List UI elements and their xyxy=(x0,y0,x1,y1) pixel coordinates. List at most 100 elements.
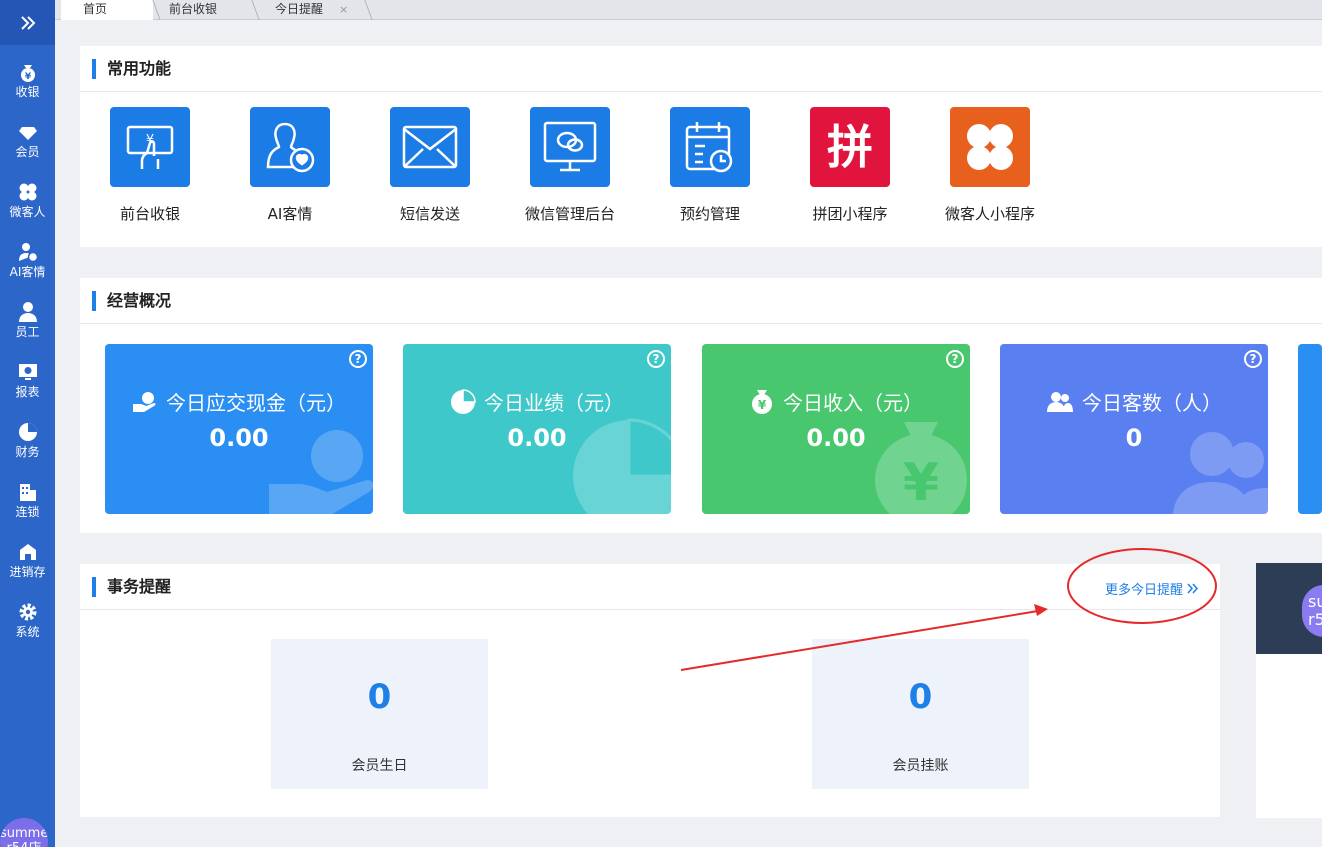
stat-card-income[interactable]: ¥ ? ¥ 今日收入（元） 0.00 xyxy=(702,344,970,514)
help-icon[interactable]: ? xyxy=(1244,350,1262,368)
sidebar-item-label: 收银 xyxy=(15,85,40,99)
tab-bar: 首页 前台收银 今日提醒 × xyxy=(55,0,1322,20)
sidebar-item-ai-keqing[interactable]: AI客情 xyxy=(0,233,55,293)
sidebar-item-inventory[interactable]: 进销存 xyxy=(0,533,55,593)
envelope-icon xyxy=(390,107,470,187)
func-label: 拼团小程序 xyxy=(812,205,888,223)
func-front-cashier[interactable]: ¥ 前台收银 xyxy=(90,107,210,224)
help-icon[interactable]: ? xyxy=(349,350,367,368)
tab-today-reminder[interactable]: 今日提醒 × xyxy=(253,0,373,20)
hand-coin-icon xyxy=(133,391,156,412)
stat-card-partial[interactable] xyxy=(1298,344,1322,514)
clover-icon xyxy=(19,183,36,201)
diamond-icon xyxy=(18,127,37,140)
stat-label: 今日业绩（元） xyxy=(484,391,624,415)
business-overview-panel: 经营概况 ? 今日应交现金（元） 0.00 ? 今日业绩（元） 0.00 ¥ ?… xyxy=(80,278,1322,533)
stat-header: 今日业绩（元） xyxy=(403,387,671,416)
profile-card: sum r5 xyxy=(1256,563,1322,818)
func-label: 微信管理后台 xyxy=(524,205,615,223)
calendar-clock-icon xyxy=(670,107,750,187)
sidebar-item-label: 微客人 xyxy=(9,205,46,219)
svg-text:¥: ¥ xyxy=(758,398,767,412)
close-icon[interactable]: × xyxy=(339,0,348,19)
users-icon xyxy=(1047,391,1073,412)
tab-label: 首页 xyxy=(83,2,108,16)
sidebar-item-member[interactable]: 会员 xyxy=(0,113,55,173)
stat-card-customers[interactable]: ? 今日客数（人） 0 xyxy=(1000,344,1268,514)
pie-chart-icon xyxy=(451,388,476,414)
avatar[interactable]: sum r5 xyxy=(1302,585,1322,637)
yen-bag-icon: ¥ xyxy=(20,65,35,82)
func-weikeren-mini[interactable]: 微客人小程序 xyxy=(930,107,1050,224)
tab-label: 前台收银 xyxy=(169,2,218,16)
reminder-value: 0 xyxy=(908,677,933,717)
sidebar-item-label: 系统 xyxy=(15,625,40,639)
svg-text:¥: ¥ xyxy=(24,72,31,82)
func-sms-send[interactable]: 短信发送 xyxy=(370,107,490,224)
monitor-chart-icon xyxy=(18,364,37,380)
sidebar-item-label: 报表 xyxy=(15,385,40,399)
stat-value: 0.00 xyxy=(806,424,866,452)
sidebar-item-label: 财务 xyxy=(15,445,40,459)
sidebar-item-cashier[interactable]: ¥ 收银 xyxy=(0,53,55,113)
more-link-label: 更多今日提醒 xyxy=(1105,583,1184,598)
help-icon[interactable]: ? xyxy=(946,350,964,368)
cashier-icon: ¥ xyxy=(110,107,190,187)
sidebar-item-label: 员工 xyxy=(15,325,40,339)
reminder-label: 会员挂账 xyxy=(892,758,949,774)
tab-label: 今日提醒 xyxy=(275,2,324,16)
sidebar-item-label: 进销存 xyxy=(9,565,46,579)
panel-title: 事务提醒 xyxy=(107,577,172,596)
panel-header: 事务提醒 更多今日提醒 xyxy=(80,564,1220,610)
reminder-card-credit[interactable]: 0 会员挂账 xyxy=(812,639,1029,789)
stat-card-performance[interactable]: ? 今日业绩（元） 0.00 xyxy=(403,344,671,514)
panel-header: 经营概况 xyxy=(80,278,1322,324)
double-chevron-right-icon xyxy=(1187,583,1199,594)
func-group-buy[interactable]: 拼 拼团小程序 xyxy=(790,107,910,224)
func-label: 预约管理 xyxy=(679,205,740,223)
stat-label: 今日客数（人） xyxy=(1082,391,1222,415)
reminder-card-birthday[interactable]: 0 会员生日 xyxy=(271,639,488,789)
reminder-label: 会员生日 xyxy=(351,758,408,774)
sidebar-item-staff[interactable]: 员工 xyxy=(0,293,55,353)
sidebar-item-finance[interactable]: 财务 xyxy=(0,413,55,473)
stat-card-cash[interactable]: ? 今日应交现金（元） 0.00 xyxy=(105,344,373,514)
stat-header: 今日客数（人） xyxy=(1000,387,1268,416)
tab-cashier[interactable]: 前台收银 xyxy=(147,0,260,20)
person-heart-icon xyxy=(18,243,38,263)
func-ai-keqing[interactable]: AI客情 xyxy=(230,107,350,224)
user-icon xyxy=(18,302,37,322)
more-reminders-link[interactable]: 更多今日提醒 xyxy=(1105,579,1199,598)
func-label: 前台收银 xyxy=(119,205,180,223)
sidebar: ¥ 收银 会员 微客人 AI客情 员工 报表 财务 连锁 进销存 系统 summ… xyxy=(0,0,55,847)
sidebar-toggle-button[interactable] xyxy=(0,0,55,45)
sidebar-item-report[interactable]: 报表 xyxy=(0,353,55,413)
sidebar-item-chain[interactable]: 连锁 xyxy=(0,473,55,533)
pin-icon: 拼 xyxy=(810,107,890,187)
panel-title: 常用功能 xyxy=(107,59,172,78)
pie-chart-icon xyxy=(18,423,37,441)
panel-title: 经营概况 xyxy=(107,291,172,310)
reminders-panel: 事务提醒 更多今日提醒 0 会员生日 0 会员挂账 xyxy=(80,564,1220,817)
sidebar-item-label: AI客情 xyxy=(9,265,46,279)
func-wechat-admin[interactable]: 微信管理后台 xyxy=(510,107,630,224)
func-label: 短信发送 xyxy=(399,205,460,223)
common-functions-panel: 常用功能 ¥ 前台收银 AI客情 短信发送 微信管理后台 预约管理 拼 拼团小程… xyxy=(80,46,1322,247)
svg-text:¥: ¥ xyxy=(903,453,939,513)
tab-home[interactable]: 首页 xyxy=(61,0,161,20)
stat-label: 今日收入（元） xyxy=(783,391,923,415)
sidebar-item-system[interactable]: 系统 xyxy=(0,593,55,653)
reminder-value: 0 xyxy=(367,677,392,717)
sidebar-item-weikeren[interactable]: 微客人 xyxy=(0,173,55,233)
panel-header: 常用功能 xyxy=(80,46,1322,92)
stat-header: 今日应交现金（元） xyxy=(105,387,373,416)
buildings-icon xyxy=(19,484,36,501)
warehouse-icon xyxy=(19,544,36,560)
help-icon[interactable]: ? xyxy=(647,350,665,368)
sidebar-item-label: 会员 xyxy=(15,145,40,159)
stat-label: 今日应交现金（元） xyxy=(166,391,346,415)
avatar[interactable]: summe r54店 xyxy=(0,818,48,847)
func-label: 微客人小程序 xyxy=(944,205,1035,223)
gear-icon xyxy=(19,603,36,621)
func-reservation[interactable]: 预约管理 xyxy=(650,107,770,224)
